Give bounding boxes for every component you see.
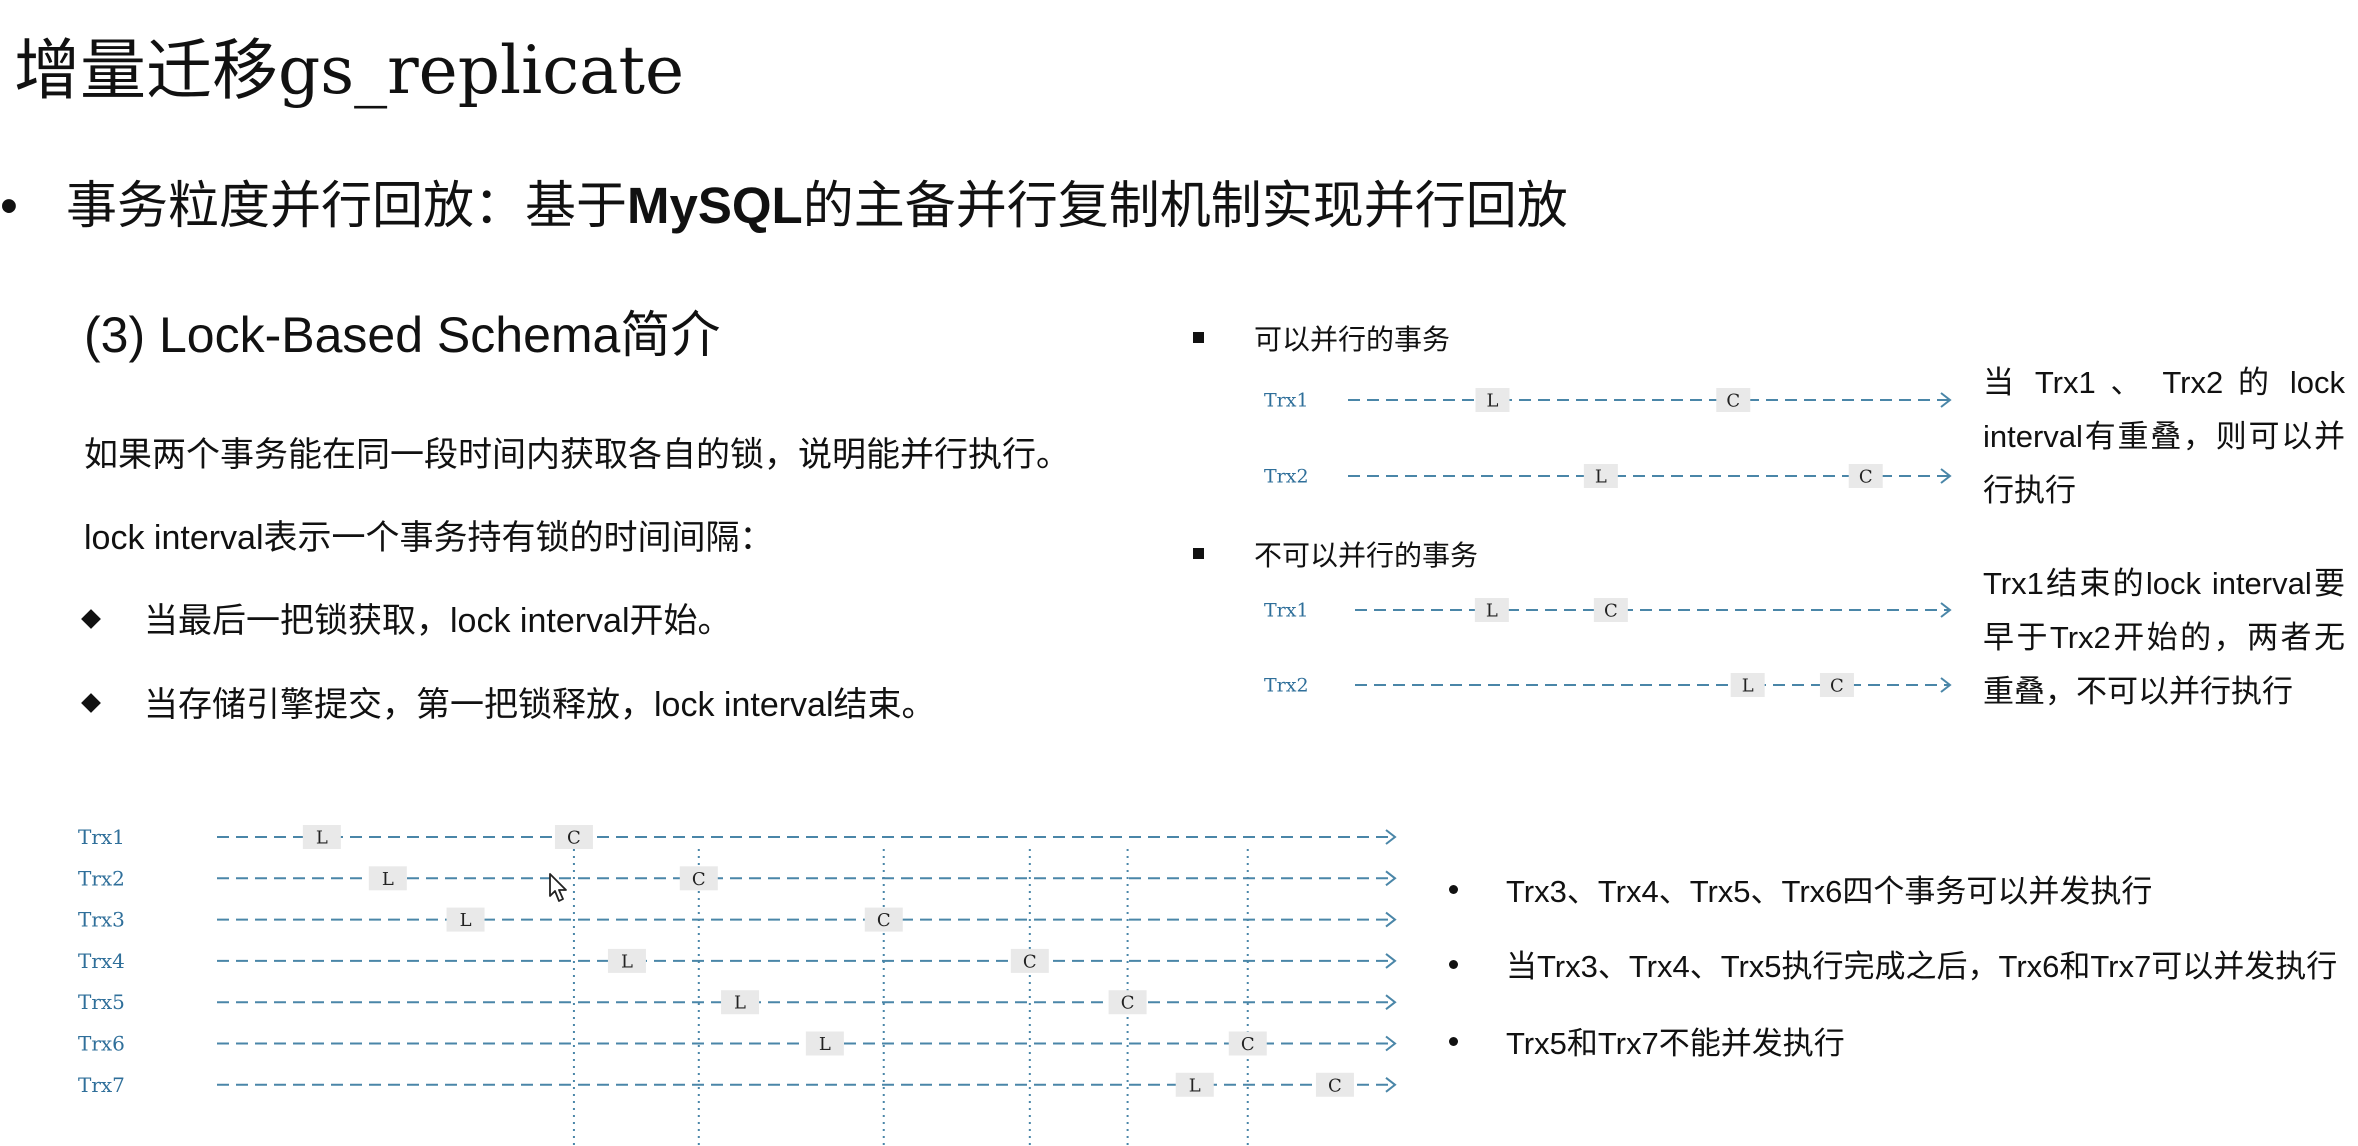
subtitle-after: 的主备并行复制机制实现并行回放 [802,177,1568,234]
parallel-transactions-diagram: Trx1 L C Trx2 L C [1264,388,1952,488]
parallel-description: 当 Trx1 、 Trx2 的 lock interval有重叠，则可以并行执行 [1983,365,2345,508]
nonparallel-description: Trx1结束的lock interval要早于Trx2开始的，两者无重叠，不可以… [1983,566,2345,709]
conclusion-item-2: 当Trx3、Trx4、Trx5执行完成之后，Trx6和Trx7可以并发执行 [1449,945,2337,989]
lock-interval-timeline-diagram: Trx1 L CTrx2 L CTrx3 L CTrx4 L CTrx5 L CTrx6 L CTrx7… [78,825,1397,1146]
section-heading: (3) Lock-Based Schema简介 [84,307,721,363]
lock-marker-label: L [382,869,394,890]
nonparallel-transactions-diagram: Trx1 L C Trx2 L C [1264,598,1952,697]
bullet-dot-icon [1449,885,1458,895]
row-label: Trx6 [78,1032,125,1056]
timeline-row-trx1: Trx1 L C [78,825,1397,849]
commit-marker-label: C [877,910,891,931]
conclusion-item-3-text: Trx5和Trx7不能并发执行 [1506,1026,1845,1061]
timeline-row-trx5: Trx5 L C [78,990,1397,1015]
timeline-row-trx2: Trx2 L C [1264,464,1952,488]
timeline-row-trx2: Trx2 L C [78,866,1397,891]
square-bullet-icon [1193,332,1204,344]
bullet-dot-icon [1449,960,1458,970]
nonparallel-heading: 不可以并行的事务 [1193,536,1478,576]
row-label: Trx7 [78,1073,125,1097]
lock-marker-label: L [621,951,633,972]
commit-marker-label: C [1830,675,1844,696]
lock-marker-label: L [819,1034,831,1055]
paragraph-1: 如果两个事务能在同一段时间内获取各自的锁，说明能并行执行。 [84,436,1070,474]
bullet-item-2-text: 当存储引擎提交，第一把锁释放，lock interval结束。 [144,686,936,724]
commit-marker-label: C [1604,600,1618,621]
conclusion-item-3: Trx5和Trx7不能并发执行 [1449,1022,1845,1066]
parallel-heading-text: 可以并行的事务 [1254,324,1451,355]
commit-marker-label: C [1328,1075,1342,1096]
timeline-row-trx6: Trx6 L C [78,1031,1397,1056]
bullet-dot: • [0,177,18,234]
lock-marker-label: L [460,910,472,931]
lock-marker-label: L [316,827,328,848]
subtitle-before: 事务粒度并行回放：基于 [66,177,628,234]
timeline-row-trx2: Trx2 L C [1264,673,1952,697]
timeline-row-trx3: Trx3 L C [78,907,1397,932]
row-label: Trx1 [1264,390,1309,412]
row-label: Trx4 [78,949,125,973]
page-title: 增量迁移gs_replicate [14,32,685,109]
diamond-bullet-icon [81,609,101,629]
row-label: Trx2 [78,866,125,890]
commit-marker-label: C [1023,951,1037,972]
row-label: Trx1 [78,825,125,849]
row-label: Trx2 [1264,675,1309,697]
bullet-dot-icon [1449,1037,1458,1047]
commit-marker-label: C [692,869,706,890]
diamond-bullet-icon [81,693,101,713]
lock-marker-label: L [1189,1075,1201,1096]
subtitle-bold: MySQL [627,177,803,234]
bullet-item-2: 当存储引擎提交，第一把锁释放，lock interval结束。 [81,682,936,728]
nonparallel-heading-text: 不可以并行的事务 [1254,540,1479,571]
conclusion-item-1-text: Trx3、Trx4、Trx5、Trx6四个事务可以并发执行 [1506,874,2153,909]
commit-marker-label: C [1859,466,1873,487]
commit-marker-label: C [1121,993,1135,1014]
timeline-row-trx7: Trx7 L C [78,1072,1397,1097]
row-label: Trx5 [78,990,125,1014]
timeline-row-trx4: Trx4 L C [78,948,1397,973]
lock-marker-label: L [1486,600,1498,621]
conclusion-item-1: Trx3、Trx4、Trx5、Trx6四个事务可以并发执行 [1449,870,2152,914]
square-bullet-icon [1193,548,1204,560]
lock-marker-label: L [734,993,746,1014]
parallel-heading: 可以并行的事务 [1193,320,1450,360]
lock-marker-label: L [1742,675,1754,696]
timeline-row-trx1: Trx1 L C [1264,598,1952,622]
paragraph-2: lock interval表示一个事务持有锁的时间间隔： [84,519,774,557]
commit-marker-label: C [567,827,581,848]
conclusion-item-2-text: 当Trx3、Trx4、Trx5执行完成之后，Trx6和Trx7可以并发执行 [1506,949,2338,984]
mouse-pointer-icon [549,873,567,902]
commit-marker-label: C [1726,390,1740,411]
row-label: Trx3 [78,908,125,932]
bullet-item-1: 当最后一把锁获取，lock interval开始。 [81,598,732,644]
row-label: Trx1 [1264,600,1309,622]
lock-marker-label: L [1595,466,1607,487]
lock-marker-label: L [1487,390,1499,411]
bullet-item-1-text: 当最后一把锁获取，lock interval开始。 [144,602,732,640]
row-label: Trx2 [1264,466,1309,488]
slide-subtitle: • 事务粒度并行回放：基于MySQL的主备并行复制机制实现并行回放 [0,170,1568,242]
timeline-row-trx1: Trx1 L C [1264,388,1952,412]
commit-marker-label: C [1241,1034,1255,1055]
